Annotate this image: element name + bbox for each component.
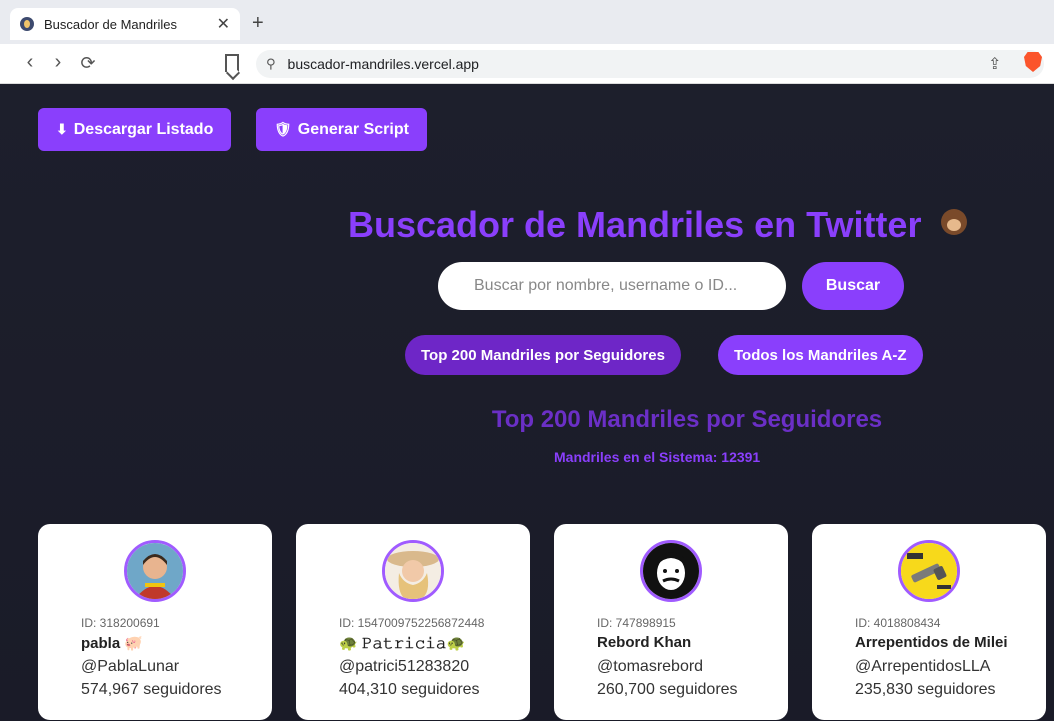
search-input[interactable] bbox=[438, 262, 786, 310]
site-favicon-icon bbox=[20, 17, 34, 31]
forward-icon[interactable]: › bbox=[46, 51, 70, 74]
browser-tab[interactable]: Buscador de Mandriles ✕ bbox=[10, 8, 240, 40]
download-tray-icon: ⬇ bbox=[56, 121, 68, 137]
results-grid: ID: 318200691 pabla 🐖 @PablaLunar 574,96… bbox=[0, 524, 1054, 721]
user-card[interactable]: ID: 1547009752256872448 🐢 𝙿𝚊𝚝𝚛𝚒𝚌𝚒𝚊🐢 @pat… bbox=[296, 524, 530, 720]
download-list-label: Descargar Listado bbox=[73, 120, 214, 138]
shield-icon: 🛡 bbox=[274, 121, 292, 137]
generate-script-button[interactable]: 🛡 Generar Script bbox=[256, 108, 427, 151]
browser-toolbar: ‹ › ⟳ ⚲ buscador-mandriles.vercel.app ⇪ bbox=[0, 44, 1054, 84]
user-display-name: Rebord Khan bbox=[597, 634, 692, 651]
user-handle: @ArrepentidosLLA bbox=[855, 658, 991, 675]
user-card[interactable]: ID: 747898915 Rebord Khan @tomasrebord 2… bbox=[554, 524, 788, 720]
user-id: ID: 1547009752256872448 bbox=[339, 616, 485, 630]
user-followers: 235,830 seguidores bbox=[855, 681, 996, 698]
user-followers: 404,310 seguidores bbox=[339, 681, 480, 698]
section-title-text: Top 200 Mandriles por Seguidores bbox=[491, 406, 883, 433]
user-followers: 260,700 seguidores bbox=[597, 681, 738, 698]
share-icon[interactable]: ⇪ bbox=[988, 54, 1001, 74]
user-handle: @patrici51283820 bbox=[339, 658, 470, 675]
back-icon[interactable]: ‹ bbox=[18, 51, 42, 74]
page-title-text: Buscador de Mandriles en Twitter bbox=[348, 204, 922, 245]
page-content: ⬇ Descargar Listado 🛡 Generar Script Bus… bbox=[0, 84, 1054, 721]
generate-script-label: Generar Script bbox=[297, 120, 409, 138]
system-count: Mandriles en el Sistema: 12391 bbox=[554, 449, 761, 465]
avatar bbox=[898, 540, 960, 602]
address-bar[interactable]: ⚲ buscador-mandriles.vercel.app bbox=[256, 50, 1044, 78]
top200-filter-button[interactable]: Top 200 Mandriles por Seguidores bbox=[405, 335, 681, 375]
az-filter-button[interactable]: Todos los Mandriles A-Z bbox=[718, 335, 923, 375]
browser-tabbar: Buscador de Mandriles ✕ + bbox=[0, 0, 1054, 44]
search-button[interactable]: Buscar bbox=[802, 262, 904, 310]
user-id: ID: 318200691 bbox=[81, 616, 160, 630]
close-tab-icon[interactable]: ✕ bbox=[217, 14, 230, 34]
page-title: Buscador de Mandriles en Twitter bbox=[348, 204, 971, 246]
new-tab-icon[interactable]: + bbox=[252, 12, 264, 35]
user-followers: 574,967 seguidores bbox=[81, 681, 222, 698]
user-display-name: pabla 🐖 bbox=[81, 635, 144, 652]
user-id: ID: 747898915 bbox=[597, 616, 676, 630]
reload-icon[interactable]: ⟳ bbox=[76, 53, 100, 74]
monkey-icon bbox=[937, 207, 971, 241]
user-handle: @PablaLunar bbox=[81, 658, 180, 675]
user-display-name: 🐢 𝙿𝚊𝚝𝚛𝚒𝚌𝚒𝚊🐢 bbox=[339, 635, 466, 652]
tab-title: Buscador de Mandriles bbox=[44, 16, 177, 32]
user-display-name: Arrepentidos de Milei bbox=[855, 634, 1008, 651]
download-list-button[interactable]: ⬇ Descargar Listado bbox=[38, 108, 232, 151]
user-card[interactable]: ID: 4018808434 Arrepentidos de Milei @Ar… bbox=[812, 524, 1046, 720]
site-info-icon[interactable]: ⚲ bbox=[266, 56, 276, 72]
user-card[interactable]: ID: 318200691 pabla 🐖 @PablaLunar 574,96… bbox=[38, 524, 272, 720]
avatar bbox=[382, 540, 444, 602]
user-id: ID: 4018808434 bbox=[855, 616, 941, 630]
bookmark-icon[interactable] bbox=[225, 54, 239, 72]
section-title: Top 200 Mandriles por Seguidores bbox=[0, 406, 1054, 434]
avatar bbox=[640, 540, 702, 602]
user-handle: @tomasrebord bbox=[597, 658, 704, 675]
url-text: buscador-mandriles.vercel.app bbox=[287, 56, 479, 72]
avatar bbox=[124, 540, 186, 602]
